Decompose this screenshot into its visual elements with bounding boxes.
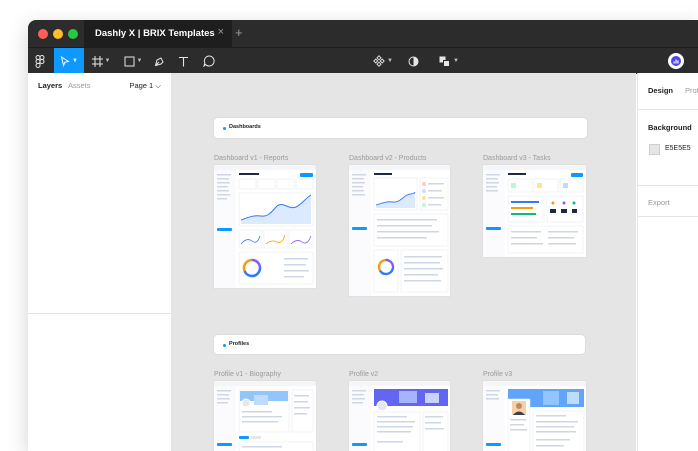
section-dot-icon [223,344,226,347]
panel-divider [638,109,698,110]
user-avatar[interactable] [668,53,684,69]
panel-divider [638,216,698,217]
fill-button[interactable]: ▼ [435,48,463,74]
frame-dashboard-v2[interactable] [349,165,450,296]
tab-layers[interactable]: Layers [38,81,62,90]
file-tab[interactable]: Dashly X | BRIX Templates × [84,20,232,47]
move-tool-button[interactable]: ▼ [54,48,84,74]
dashboard-v3-thumbnail [483,165,586,257]
background-label: Background [648,123,692,132]
tab-design[interactable]: Design [648,86,673,95]
frame-profile-v3[interactable] [483,381,586,451]
dashboard-v1-thumbnail [214,165,316,288]
frame-profile-v2[interactable] [349,381,450,451]
dashboard-v2-thumbnail [349,165,450,296]
layers-panel: Layers Assets Page 1 ⌵ [28,73,172,451]
panel-divider [638,185,698,186]
page-selector[interactable]: Page 1 ⌵ [129,81,161,91]
comment-icon [203,55,215,67]
left-panel-tabs: Layers Assets Page 1 ⌵ [28,73,171,97]
frame-label[interactable]: Dashboard v3 - Tasks [483,155,551,162]
section-profiles[interactable]: Profiles [214,335,585,354]
section-dot-icon [223,127,226,130]
components-icon [373,55,385,67]
close-tab-icon[interactable]: × [218,26,224,38]
comment-tool-button[interactable] [198,48,220,74]
frame-label[interactable]: Dashboard v2 - Products [349,155,426,162]
minimize-window-button[interactable] [53,29,63,39]
text-icon [178,56,188,66]
shape-tool-button[interactable]: ▼ [119,48,147,74]
background-color-swatch[interactable] [649,144,660,155]
export-section[interactable]: Export [648,198,670,207]
panel-divider [28,313,171,314]
main-menu-button[interactable] [30,48,50,74]
background-hex-input[interactable]: E5E5E5 [665,145,691,152]
frame-icon [91,55,103,67]
frame-dashboard-v1[interactable] [214,165,316,288]
pen-tool-button[interactable] [149,48,169,74]
frame-label[interactable]: Profile v1 - Biography [214,371,281,378]
theme-toggle-button[interactable] [403,48,423,74]
rectangle-icon [124,56,135,66]
maximize-window-button[interactable] [68,29,78,39]
figma-logo-icon [35,54,45,68]
profile-v2-thumbnail [349,381,450,451]
pen-icon [154,56,164,66]
close-window-button[interactable] [38,29,48,39]
profile-v1-thumbnail [214,381,316,451]
title-bar: Dashly X | BRIX Templates × + [28,20,698,47]
profile-v3-thumbnail [483,381,586,451]
move-arrow-icon [60,55,70,67]
frame-label[interactable]: Dashboard v1 - Reports [214,155,288,162]
text-tool-button[interactable] [173,48,193,74]
fill-icon [439,56,451,67]
brix-logo-icon [671,56,681,66]
new-tab-button[interactable]: + [235,25,243,40]
design-panel: Design Prototype Background E5E5E5 Expor… [637,73,698,451]
tab-prototype[interactable]: Prototype [685,86,698,95]
toolbar: ▼ ▼ ▼ ▼ ▼ [28,47,698,74]
section-dashboards[interactable]: Dashboards [214,118,587,138]
frame-dashboard-v3[interactable] [483,165,586,257]
section-title: Profiles [229,341,250,347]
canvas[interactable]: Dashboards Dashboard v1 - Reports Dashbo… [172,73,636,451]
contrast-icon [408,56,418,66]
file-tab-title: Dashly X | BRIX Templates [95,28,215,39]
tab-assets[interactable]: Assets [68,81,91,90]
figma-window: Dashly X | BRIX Templates × + ▼ ▼ ▼ ▼ ▼ … [28,20,698,451]
frame-tool-button[interactable]: ▼ [87,48,115,74]
components-button[interactable]: ▼ [369,48,397,74]
frame-profile-v1[interactable] [214,381,316,451]
section-title: Dashboards [229,124,261,130]
frame-label[interactable]: Profile v3 [483,371,512,378]
frame-label[interactable]: Profile v2 [349,371,378,378]
